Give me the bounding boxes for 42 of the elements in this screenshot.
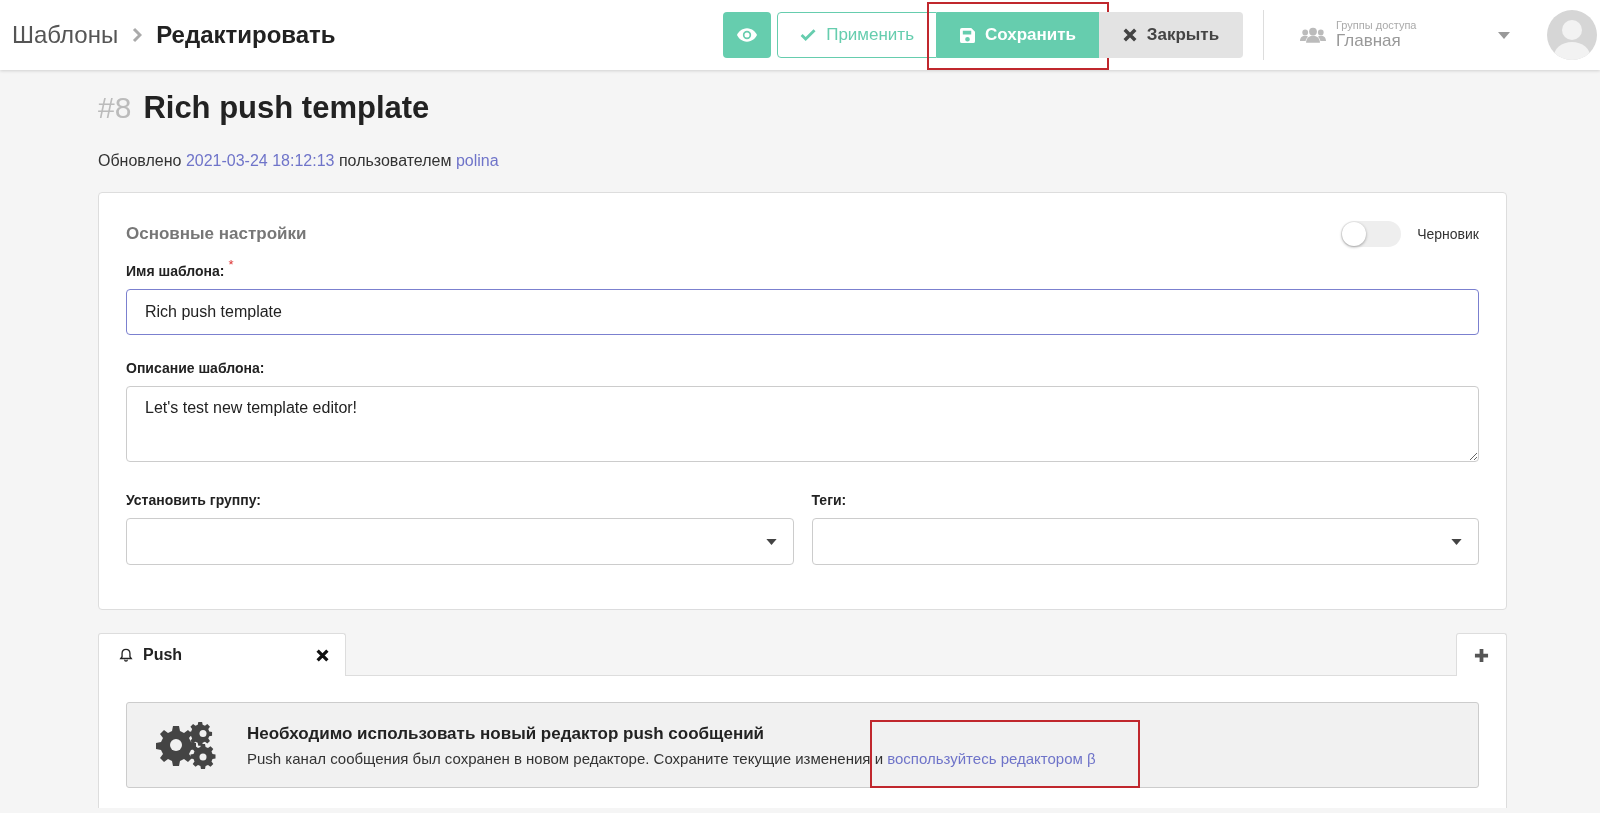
bell-icon [119, 648, 133, 662]
caret-down-icon [1451, 538, 1462, 545]
avatar[interactable] [1547, 10, 1597, 60]
add-tab-button[interactable] [1456, 633, 1507, 676]
draft-label: Черновик [1417, 226, 1479, 242]
field-label: Описание шаблона: [126, 360, 266, 376]
close-button[interactable]: Закрыть [1099, 12, 1243, 58]
eye-icon [737, 28, 757, 42]
access-group-label: Группы доступа [1336, 19, 1418, 31]
users-icon [1300, 27, 1326, 43]
check-icon [800, 28, 817, 42]
group-select[interactable] [126, 518, 794, 565]
description-input[interactable]: Let's test new template editor! [126, 386, 1479, 462]
required-mark: * [228, 257, 234, 272]
template-title: Rich push template [143, 90, 430, 126]
access-group-value: Главная [1336, 31, 1402, 51]
editor-link[interactable]: воспользуйтесь редактором β [887, 749, 1096, 767]
name-input[interactable]: Rich push template [126, 289, 1479, 335]
user-link[interactable]: polina [455, 152, 499, 169]
tags-select[interactable] [811, 518, 1479, 565]
tab-close-icon[interactable] [316, 648, 329, 662]
section-title: Основные настройки [126, 224, 307, 244]
plus-icon [1474, 647, 1489, 663]
draft-toggle[interactable] [1341, 221, 1402, 247]
channel-tab[interactable]: Push [98, 633, 346, 676]
caret-down-icon [765, 538, 777, 545]
close-icon [1122, 28, 1137, 42]
notice-text: Push канал сообщения был сохранен в новом редакторе. Сохраните текущие изменения и воспользуйтесь редактором β [247, 749, 1096, 767]
access-group-select[interactable]: Группы доступа Главная [1300, 19, 1510, 51]
caret-down-icon [1498, 31, 1510, 39]
field-label: Имя шаблона: [126, 263, 225, 279]
page-title: Редактировать [156, 21, 336, 49]
preview-button[interactable] [723, 12, 771, 58]
chevron-right-icon [132, 27, 143, 43]
breadcrumb-link[interactable]: Шаблоны [12, 21, 119, 49]
notice-title: Необходимо использовать новый редактор push сообщений [247, 723, 766, 744]
template-number: #8 [98, 91, 132, 125]
field-label: Установить группу: [126, 492, 262, 508]
tab-label: Push [143, 646, 184, 664]
field-label: Теги: [811, 492, 848, 508]
date-link[interactable]: 2021-03-24 18:12:13 [185, 152, 335, 169]
updated-info: Обновлено 2021-03-24 18:12:13 пользователем polina [98, 152, 499, 170]
